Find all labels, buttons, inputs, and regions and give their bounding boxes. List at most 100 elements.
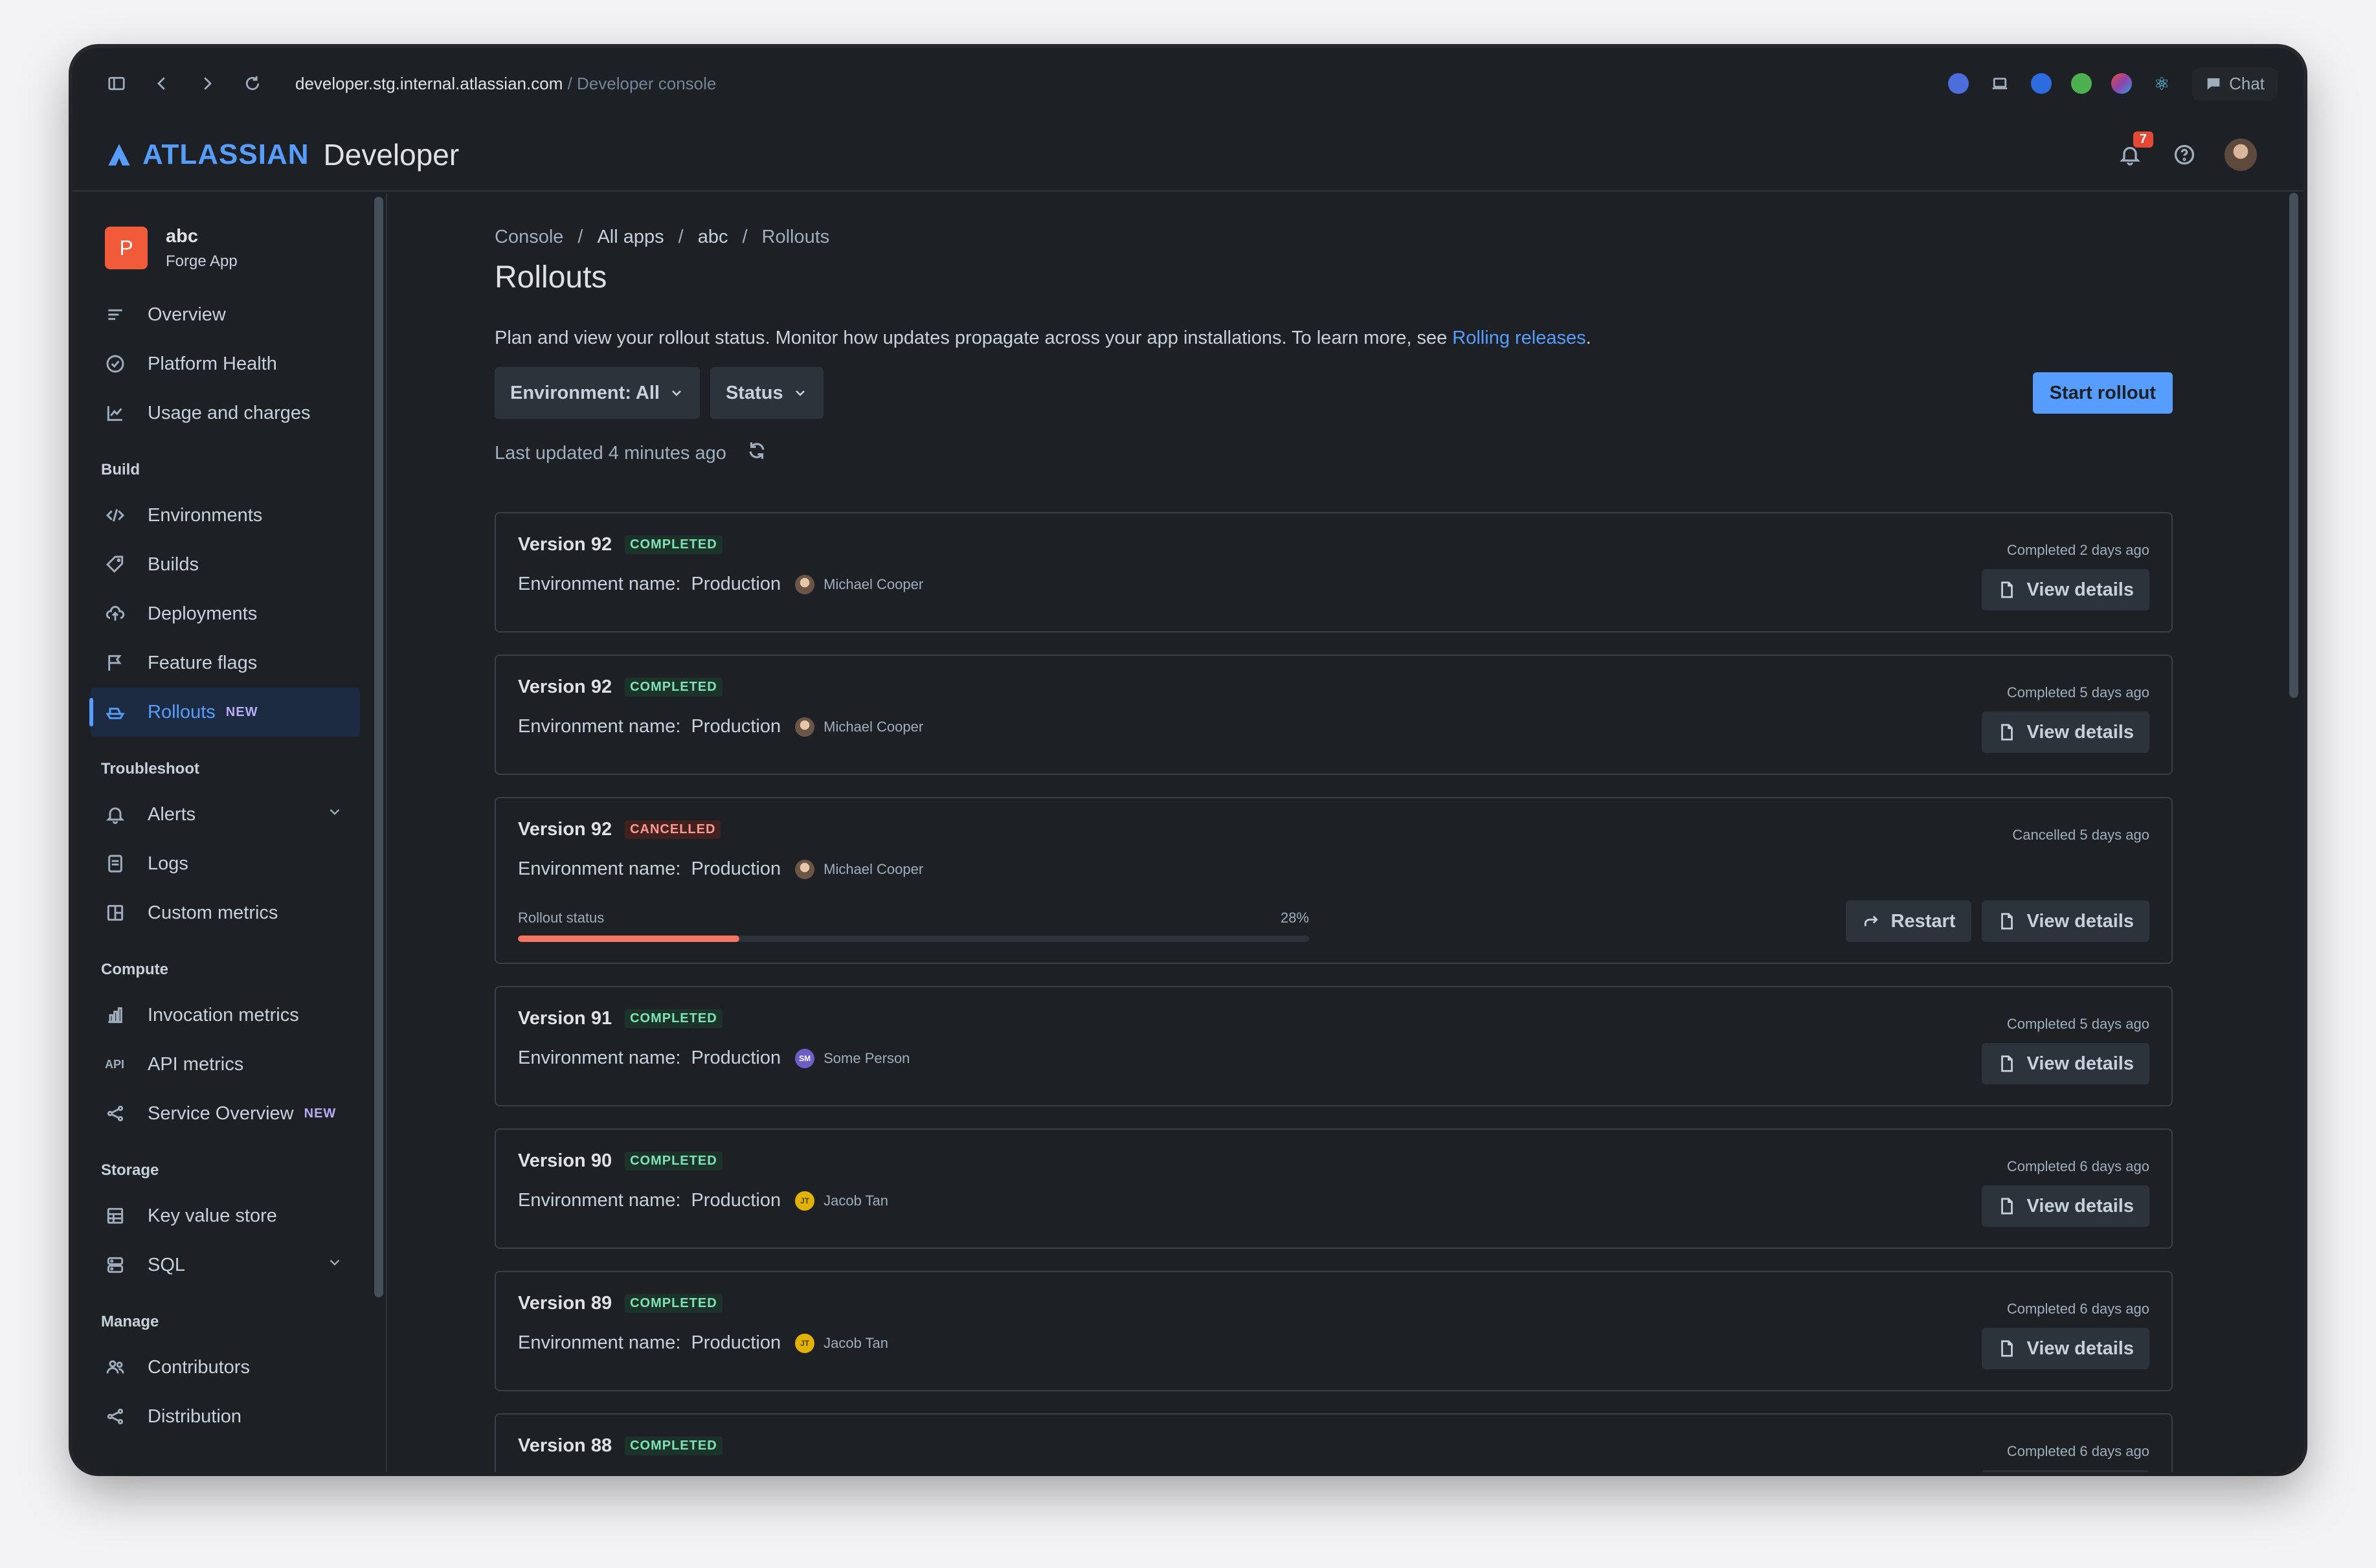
- sidebar-item-deployments[interactable]: Deployments: [91, 589, 360, 638]
- rollout-environment: Environment name: Production Michael Coo…: [518, 858, 2149, 880]
- sidebar-item-environments[interactable]: Environments: [91, 491, 360, 540]
- document-icon: [2001, 1055, 2013, 1072]
- rollout-environment: Environment name: Production JT Jacob Ta…: [518, 1190, 2149, 1211]
- sidebar-item-logs[interactable]: Logs: [91, 839, 360, 888]
- environment-prefix: Environment name:: [518, 1190, 681, 1211]
- status-badge: COMPLETED: [625, 1437, 723, 1455]
- breadcrumb-all-apps[interactable]: All apps: [597, 227, 664, 248]
- rollout-user: Michael Cooper: [795, 859, 923, 879]
- new-tag: NEW: [225, 704, 258, 719]
- progress-track: [518, 935, 1309, 942]
- sidebar-item-service-overview[interactable]: Service Overview NEW: [91, 1089, 360, 1138]
- reload-icon: [245, 76, 260, 91]
- view-details-button[interactable]: View details: [1981, 1470, 2149, 1472]
- view-details-button[interactable]: View details: [1981, 1328, 2149, 1369]
- sidebar-item-sql[interactable]: SQL: [91, 1240, 360, 1290]
- expand-alerts-button[interactable]: [326, 803, 343, 825]
- zoom-extension-icon[interactable]: [2031, 73, 2052, 94]
- rolling-releases-link[interactable]: Rolling releases: [1452, 328, 1586, 348]
- sidebar-item-label: Usage and charges: [148, 402, 311, 423]
- cast-button[interactable]: [1988, 65, 2012, 102]
- environment-filter[interactable]: Environment: All: [495, 367, 700, 419]
- extension-icon[interactable]: [1948, 73, 1969, 94]
- document-icon: [2001, 1198, 2013, 1215]
- chat-label: Chat: [2229, 73, 2265, 93]
- view-details-button[interactable]: View details: [1981, 569, 2149, 610]
- rollout-user: Michael Cooper: [795, 717, 923, 737]
- back-button[interactable]: [144, 65, 180, 102]
- breadcrumb-separator: /: [742, 227, 748, 247]
- rollout-timestamp: Cancelled 5 days ago: [2012, 827, 2149, 843]
- document-lines-icon: [108, 855, 122, 873]
- expand-sql-button[interactable]: [326, 1254, 343, 1276]
- rollout-header: Version 90 COMPLETED: [518, 1150, 2149, 1172]
- chat-button[interactable]: Chat: [2191, 67, 2278, 100]
- sidebar-item-invocation-metrics[interactable]: Invocation metrics: [91, 991, 360, 1040]
- react-devtools-icon[interactable]: ⚛: [2151, 73, 2172, 94]
- filter-bar: Environment: All Status Start rollout: [495, 367, 2173, 419]
- start-rollout-button[interactable]: Start rollout: [2032, 372, 2173, 414]
- hex-extension-icon[interactable]: [2111, 73, 2133, 94]
- user-name: Jacob Tan: [824, 1192, 889, 1209]
- ship-icon: [106, 708, 125, 719]
- notification-badge: 7: [2133, 131, 2153, 148]
- sidebar-item-builds[interactable]: Builds: [91, 540, 360, 589]
- sidebar-item-contributors[interactable]: Contributors: [91, 1343, 360, 1392]
- reload-button[interactable]: [234, 65, 271, 102]
- sidebar-item-distribution[interactable]: Distribution: [91, 1392, 360, 1441]
- sidebar-item-api-metrics[interactable]: API API metrics: [91, 1040, 360, 1089]
- breadcrumb-app[interactable]: abc: [698, 227, 728, 248]
- main-scrollbar[interactable]: [2289, 193, 2298, 698]
- sidebar-section-build: Build: [101, 461, 140, 478]
- app-switcher[interactable]: P abc Forge App: [73, 193, 386, 277]
- rollout-timestamp: Completed 6 days ago: [2006, 1443, 2149, 1459]
- sidebar-item-platform-health[interactable]: Platform Health: [91, 339, 360, 388]
- chrome-extension-icon[interactable]: [2071, 73, 2092, 94]
- code-icon: [106, 509, 125, 522]
- check-circle-icon: [106, 355, 124, 373]
- view-details-label: View details: [2026, 1195, 2135, 1216]
- status-badge: COMPLETED: [625, 1009, 723, 1028]
- view-details-label: View details: [2026, 579, 2135, 600]
- status-filter-label: Status: [725, 382, 783, 403]
- rollout-environment: Environment name: Production JT Jacob Ta…: [518, 1332, 2149, 1354]
- sidebar-item-usage[interactable]: Usage and charges: [91, 388, 360, 438]
- sidebar-item-rollouts[interactable]: Rollouts NEW: [89, 688, 360, 737]
- rollout-user: SM Some Person: [795, 1048, 910, 1068]
- sidebar-item-alerts[interactable]: Alerts: [91, 790, 360, 839]
- sidebar-item-feature-flags[interactable]: Feature flags: [91, 638, 360, 688]
- browser-toolbar: developer.stg.internal.atlassian.com / D…: [73, 48, 2303, 119]
- atlassian-logo[interactable]: ATLASSIAN Developer: [106, 137, 459, 172]
- sidebar-item-label: Rollouts: [148, 701, 216, 722]
- status-filter[interactable]: Status: [710, 367, 824, 419]
- environment-name: Production: [691, 858, 781, 879]
- rollout-user: JT Jacob Tan: [795, 1191, 888, 1211]
- url-path: / Developer console: [563, 73, 717, 93]
- sidebar-item-custom-metrics[interactable]: Custom metrics: [91, 888, 360, 937]
- profile-avatar[interactable]: [2225, 139, 2257, 171]
- rollout-card: Version 88 COMPLETED Completed 6 days ag…: [495, 1413, 2173, 1472]
- sidebar-scrollbar[interactable]: [374, 197, 383, 1297]
- breadcrumb-console[interactable]: Console: [495, 227, 563, 248]
- sidebar-item-overview[interactable]: Overview: [91, 290, 360, 339]
- brand-name: ATLASSIAN: [142, 139, 309, 170]
- notifications-button[interactable]: 7: [2116, 131, 2153, 169]
- view-details-button[interactable]: View details: [1981, 1185, 2149, 1227]
- rollout-timestamp: Completed 6 days ago: [2006, 1158, 2149, 1174]
- forward-button[interactable]: [189, 65, 225, 102]
- rollout-card: Version 91 COMPLETED Completed 5 days ag…: [495, 986, 2173, 1106]
- sidebar-toggle-button[interactable]: [98, 65, 135, 102]
- help-icon: [2174, 144, 2195, 165]
- help-button[interactable]: [2170, 140, 2199, 169]
- restart-button[interactable]: Restart: [1845, 901, 1971, 942]
- redo-icon: [1864, 915, 1878, 926]
- rollout-user: Michael Cooper: [795, 574, 923, 594]
- status-badge: COMPLETED: [625, 1294, 723, 1313]
- sidebar-item-key-value-store[interactable]: Key value store: [91, 1191, 360, 1240]
- view-details-button[interactable]: View details: [1981, 1043, 2149, 1084]
- refresh-button[interactable]: [746, 440, 768, 467]
- sidebar-item-label: Invocation metrics: [148, 1004, 299, 1025]
- view-details-button[interactable]: View details: [1981, 711, 2149, 753]
- view-details-button[interactable]: View details: [1981, 901, 2149, 942]
- address-bar[interactable]: developer.stg.internal.atlassian.com / D…: [295, 74, 716, 94]
